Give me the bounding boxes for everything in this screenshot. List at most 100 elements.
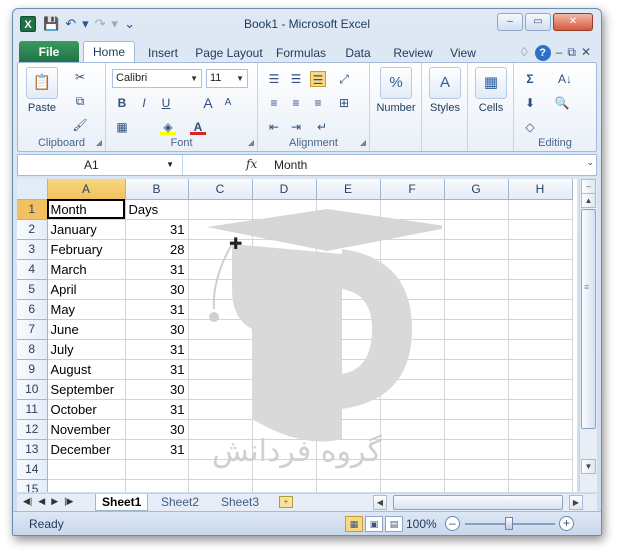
align-left-icon[interactable]: ≡ — [266, 95, 282, 111]
row-header[interactable]: 14 — [17, 459, 48, 480]
cell-b13[interactable]: 31 — [125, 439, 189, 460]
cell-f10[interactable] — [380, 379, 445, 400]
workbook-restore-icon[interactable]: ⧉ — [567, 45, 576, 61]
find-select-icon[interactable]: 🔍 — [554, 95, 570, 111]
help-icon[interactable]: ? — [534, 45, 551, 61]
cell-b6[interactable]: 31 — [125, 299, 189, 320]
cell-g6[interactable] — [444, 299, 509, 320]
cell-d5[interactable] — [252, 279, 317, 300]
tab-page-layout[interactable]: Page Layout — [191, 43, 267, 63]
align-right-icon[interactable]: ≡ — [310, 95, 326, 111]
column-header-g[interactable]: G — [444, 179, 509, 200]
cell-e1[interactable] — [316, 199, 381, 220]
row-header[interactable]: 4 — [17, 259, 48, 280]
cell-a15[interactable] — [47, 479, 126, 492]
cell-f7[interactable] — [380, 319, 445, 340]
cell-c12[interactable] — [188, 419, 253, 440]
autosum-icon[interactable]: Σ — [522, 71, 538, 87]
cell-e8[interactable] — [316, 339, 381, 360]
tab-file[interactable]: File — [19, 41, 79, 63]
cell-f9[interactable] — [380, 359, 445, 380]
cell-g12[interactable] — [444, 419, 509, 440]
cell-d8[interactable] — [252, 339, 317, 360]
cell-g9[interactable] — [444, 359, 509, 380]
vertical-scroll-thumb[interactable] — [581, 209, 596, 429]
cell-c15[interactable] — [188, 479, 253, 492]
underline-icon[interactable]: U — [158, 95, 174, 111]
tab-home[interactable]: Home — [83, 41, 135, 63]
cell-f8[interactable] — [380, 339, 445, 360]
cell-b2[interactable]: 31 — [125, 219, 189, 240]
row-header[interactable]: 5 — [17, 279, 48, 300]
copy-icon[interactable]: ⧉ — [72, 93, 88, 109]
last-sheet-icon[interactable]: |▶ — [64, 496, 73, 507]
format-painter-icon[interactable]: 🖌 — [72, 117, 88, 133]
cell-a9[interactable]: August — [47, 359, 126, 380]
cell-c10[interactable] — [188, 379, 253, 400]
tab-formulas[interactable]: Formulas — [271, 43, 331, 63]
select-all-corner[interactable] — [17, 179, 48, 200]
cell-g10[interactable] — [444, 379, 509, 400]
horizontal-scrollbar[interactable]: ◀ ▶ — [373, 495, 583, 511]
prev-sheet-icon[interactable]: ◀ — [38, 496, 45, 507]
workbook-minimize-icon[interactable]: – — [556, 45, 563, 61]
cell-a8[interactable]: July — [47, 339, 126, 360]
cell-a7[interactable]: June — [47, 319, 126, 340]
cell-g13[interactable] — [444, 439, 509, 460]
column-header-d[interactable]: D — [252, 179, 317, 200]
cell-f4[interactable] — [380, 259, 445, 280]
italic-icon[interactable]: I — [136, 95, 152, 111]
row-header[interactable]: 6 — [17, 299, 48, 320]
cell-e13[interactable] — [316, 439, 381, 460]
cell-h7[interactable] — [508, 319, 573, 340]
cell-d6[interactable] — [252, 299, 317, 320]
cell-d10[interactable] — [252, 379, 317, 400]
cell-a12[interactable]: November — [47, 419, 126, 440]
cell-h2[interactable] — [508, 219, 573, 240]
normal-view-icon[interactable]: ▦ — [345, 516, 363, 532]
cell-f11[interactable] — [380, 399, 445, 420]
cells-button[interactable]: ▦ Cells — [471, 67, 511, 114]
workbook-close-icon[interactable]: ✕ — [581, 45, 591, 61]
zoom-level[interactable]: 100% — [406, 517, 437, 531]
shrink-font-icon[interactable]: A — [220, 95, 236, 111]
cell-a2[interactable]: January — [47, 219, 126, 240]
cut-icon[interactable]: ✂ — [72, 69, 88, 85]
next-sheet-icon[interactable]: ▶ — [51, 496, 58, 507]
styles-button[interactable]: A Styles — [425, 67, 465, 114]
sheet-tab-sheet1[interactable]: Sheet1 — [95, 494, 149, 511]
align-middle-icon[interactable]: ☰ — [288, 71, 304, 87]
scroll-up-icon[interactable]: ▲ — [581, 193, 596, 208]
zoom-out-icon[interactable]: – — [445, 516, 460, 531]
column-header-a[interactable]: A — [47, 179, 126, 200]
clear-icon[interactable]: ◇ — [522, 119, 538, 135]
cell-f3[interactable] — [380, 239, 445, 260]
cell-h13[interactable] — [508, 439, 573, 460]
row-header[interactable]: 10 — [17, 379, 48, 400]
cell-f12[interactable] — [380, 419, 445, 440]
minimize-ribbon-icon[interactable]: ♢ — [519, 45, 530, 61]
row-header[interactable]: 1 — [17, 199, 48, 220]
split-handle-icon[interactable]: – — [581, 179, 596, 194]
font-size-combo[interactable]: 11 ▼ — [206, 69, 248, 88]
cell-b12[interactable]: 30 — [125, 419, 189, 440]
cell-d9[interactable] — [252, 359, 317, 380]
cell-e2[interactable] — [316, 219, 381, 240]
cell-e12[interactable] — [316, 419, 381, 440]
tab-data[interactable]: Data — [335, 43, 381, 63]
cell-table[interactable]: ABCDEFGH 1 Month Days 2 January 31 3 February 28… — [17, 179, 573, 492]
cell-g8[interactable] — [444, 339, 509, 360]
formula-input[interactable]: Month — [274, 155, 307, 175]
cell-c4[interactable] — [188, 259, 253, 280]
row-header[interactable]: 9 — [17, 359, 48, 380]
cell-f15[interactable] — [380, 479, 445, 492]
first-sheet-icon[interactable]: ◀| — [23, 496, 32, 507]
cell-h8[interactable] — [508, 339, 573, 360]
paste-button[interactable]: 📋 Paste — [22, 67, 62, 114]
cell-b8[interactable]: 31 — [125, 339, 189, 360]
cell-g5[interactable] — [444, 279, 509, 300]
row-header[interactable]: 11 — [17, 399, 48, 420]
cell-h6[interactable] — [508, 299, 573, 320]
cell-b1[interactable]: Days — [125, 199, 189, 220]
bold-icon[interactable]: B — [114, 95, 130, 111]
